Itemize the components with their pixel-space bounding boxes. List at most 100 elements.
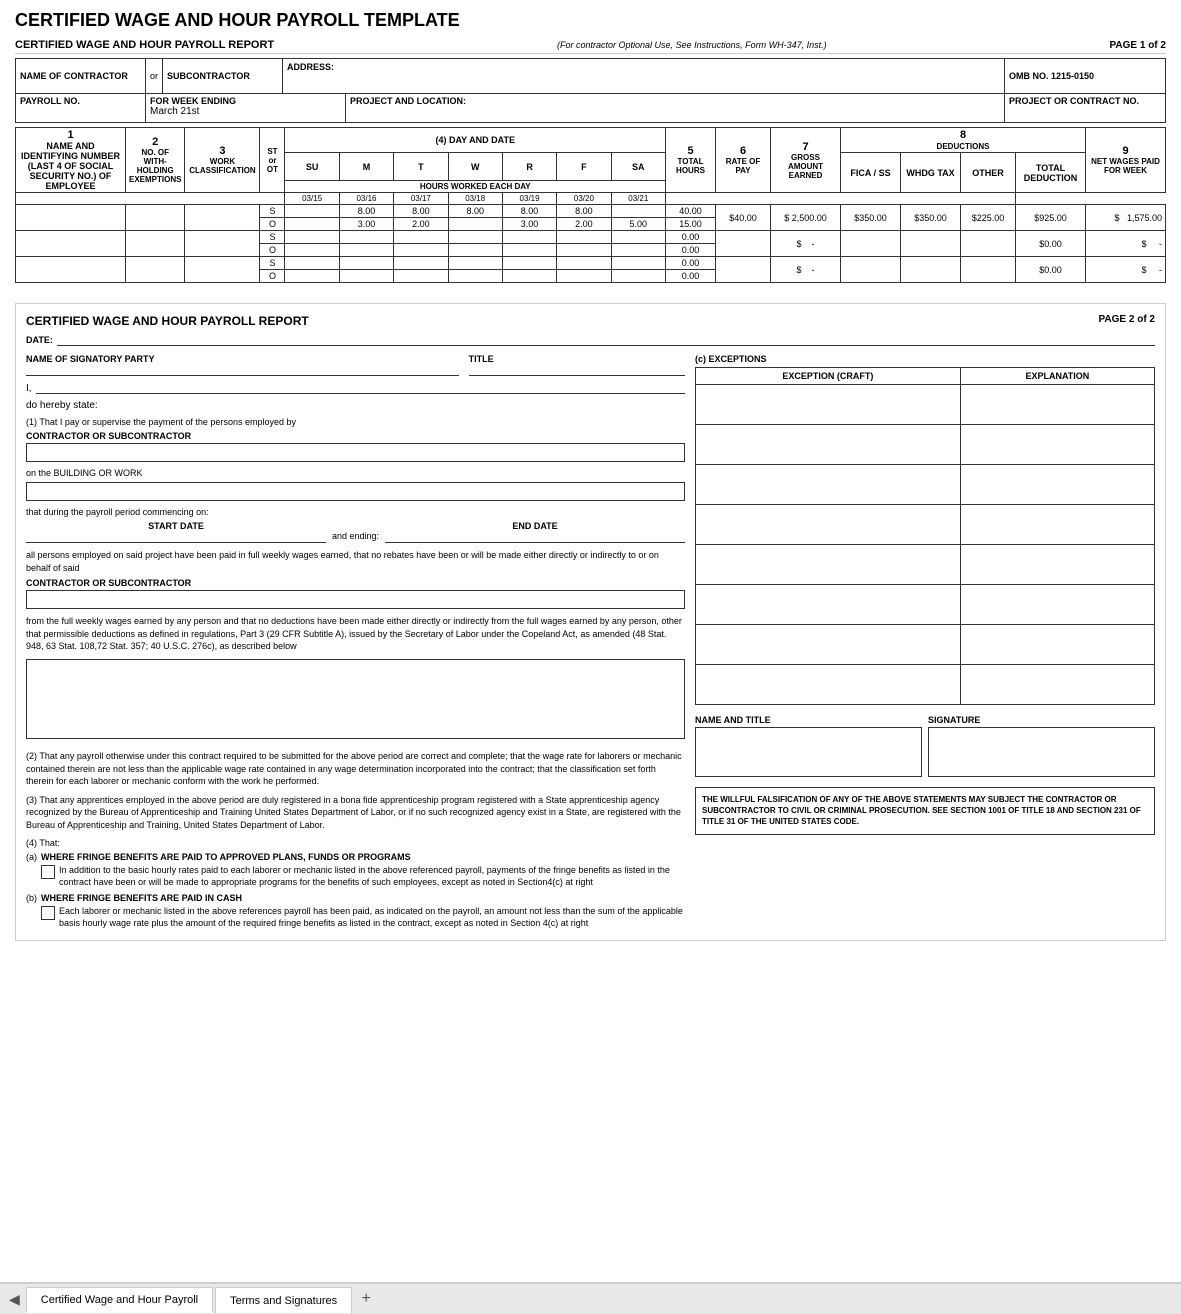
start-date-input[interactable] xyxy=(26,531,326,543)
sa-1o[interactable]: 5.00 xyxy=(611,218,665,231)
total-3o: 0.00 xyxy=(666,270,716,283)
r-2o[interactable] xyxy=(502,244,556,257)
project-contract-value[interactable] xyxy=(1009,106,1161,120)
signature-box[interactable] xyxy=(928,727,1155,777)
r-2s[interactable] xyxy=(502,231,556,244)
or-cell: or xyxy=(146,59,163,93)
work-class-3[interactable] xyxy=(185,257,260,283)
m-3s[interactable] xyxy=(339,257,393,270)
m-2s[interactable] xyxy=(339,231,393,244)
t-3o[interactable] xyxy=(394,270,448,283)
fica-2 xyxy=(841,231,901,257)
tab-certified-wage[interactable]: Certified Wage and Hour Payroll xyxy=(26,1287,213,1313)
t-3s[interactable] xyxy=(394,257,448,270)
tab-add-button[interactable]: + xyxy=(354,1287,378,1311)
exception-craft-1[interactable] xyxy=(696,385,961,425)
su-2o[interactable] xyxy=(285,244,339,257)
tab-nav-left[interactable]: ◀ xyxy=(5,1287,24,1312)
m-1o[interactable]: 3.00 xyxy=(339,218,393,231)
exception-craft-3[interactable] xyxy=(696,465,961,505)
m-3o[interactable] xyxy=(339,270,393,283)
end-date-input[interactable] xyxy=(385,531,685,543)
rate-3[interactable] xyxy=(716,257,771,283)
su-3s[interactable] xyxy=(285,257,339,270)
explanation-5[interactable] xyxy=(960,545,1154,585)
building-work-input[interactable] xyxy=(26,482,685,501)
f-1o[interactable]: 2.00 xyxy=(557,218,611,231)
sub-b-checkbox[interactable] xyxy=(41,906,55,920)
m-1s[interactable]: 8.00 xyxy=(339,205,393,218)
f-1s[interactable]: 8.00 xyxy=(557,205,611,218)
explanation-7[interactable] xyxy=(960,625,1154,665)
sub-a-checkbox[interactable] xyxy=(41,865,55,879)
f-3s[interactable] xyxy=(557,257,611,270)
r-3o[interactable] xyxy=(502,270,556,283)
explanation-6[interactable] xyxy=(960,585,1154,625)
rate-1[interactable]: $40.00 xyxy=(716,205,771,231)
t-1s[interactable]: 8.00 xyxy=(394,205,448,218)
exemptions-1[interactable] xyxy=(126,205,185,231)
w-2s[interactable] xyxy=(448,231,502,244)
payroll-no-value[interactable] xyxy=(20,106,141,120)
su-3o[interactable] xyxy=(285,270,339,283)
explanation-8[interactable] xyxy=(960,665,1154,705)
work-class-1[interactable] xyxy=(185,205,260,231)
f-3o[interactable] xyxy=(557,270,611,283)
work-class-2[interactable] xyxy=(185,231,260,257)
address-value[interactable] xyxy=(287,73,1000,91)
f-2o[interactable] xyxy=(557,244,611,257)
tab-terms-signatures[interactable]: Terms and Signatures xyxy=(215,1287,352,1313)
contractor-sub-input1[interactable] xyxy=(26,443,685,462)
employee-name-1[interactable] xyxy=(16,205,126,231)
sa-3s[interactable] xyxy=(611,257,665,270)
employee-name-3[interactable] xyxy=(16,257,126,283)
w-3o[interactable] xyxy=(448,270,502,283)
sub-a-checkbox-row: In addition to the basic hourly rates pa… xyxy=(41,864,685,889)
r-1s[interactable]: 8.00 xyxy=(502,205,556,218)
exception-craft-5[interactable] xyxy=(696,545,961,585)
rate-2[interactable] xyxy=(716,231,771,257)
exception-craft-8[interactable] xyxy=(696,665,961,705)
sa-3o[interactable] xyxy=(611,270,665,283)
su-1s[interactable] xyxy=(285,205,339,218)
exemptions-2[interactable] xyxy=(126,231,185,257)
explanation-2[interactable] xyxy=(960,425,1154,465)
exception-craft-6[interactable] xyxy=(696,585,961,625)
date-row: DATE: xyxy=(26,334,1155,346)
t-1o[interactable]: 2.00 xyxy=(394,218,448,231)
employee-name-2[interactable] xyxy=(16,231,126,257)
su-2s[interactable] xyxy=(285,231,339,244)
w-1o[interactable] xyxy=(448,218,502,231)
explanation-1[interactable] xyxy=(960,385,1154,425)
sa-1s[interactable] xyxy=(611,205,665,218)
title-input[interactable] xyxy=(469,364,685,376)
r-3s[interactable] xyxy=(502,257,556,270)
date-input[interactable] xyxy=(57,334,1155,346)
signatory-name-input[interactable] xyxy=(26,364,459,376)
name-title-box[interactable] xyxy=(695,727,922,777)
i-input[interactable] xyxy=(36,382,685,394)
sa-2o[interactable] xyxy=(611,244,665,257)
exemptions-3[interactable] xyxy=(126,257,185,283)
w-3s[interactable] xyxy=(448,257,502,270)
w-2o[interactable] xyxy=(448,244,502,257)
page-label-1: PAGE 1 of 2 xyxy=(1109,40,1166,51)
f-2s[interactable] xyxy=(557,231,611,244)
r-1o[interactable]: 3.00 xyxy=(502,218,556,231)
m-2o[interactable] xyxy=(339,244,393,257)
explanation-3[interactable] xyxy=(960,465,1154,505)
start-date-label: START DATE xyxy=(26,521,326,531)
exception-craft-4[interactable] xyxy=(696,505,961,545)
sa-2s[interactable] xyxy=(611,231,665,244)
description-textarea[interactable] xyxy=(26,659,685,739)
contractor-sub-input2[interactable] xyxy=(26,590,685,609)
project-location-value[interactable] xyxy=(350,106,1000,120)
exception-craft-2[interactable] xyxy=(696,425,961,465)
exception-craft-7[interactable] xyxy=(696,625,961,665)
explanation-4[interactable] xyxy=(960,505,1154,545)
su-1o[interactable] xyxy=(285,218,339,231)
t-2s[interactable] xyxy=(394,231,448,244)
t-2o[interactable] xyxy=(394,244,448,257)
page2-page-label: PAGE 2 of 2 xyxy=(1099,314,1156,328)
w-1s[interactable]: 8.00 xyxy=(448,205,502,218)
